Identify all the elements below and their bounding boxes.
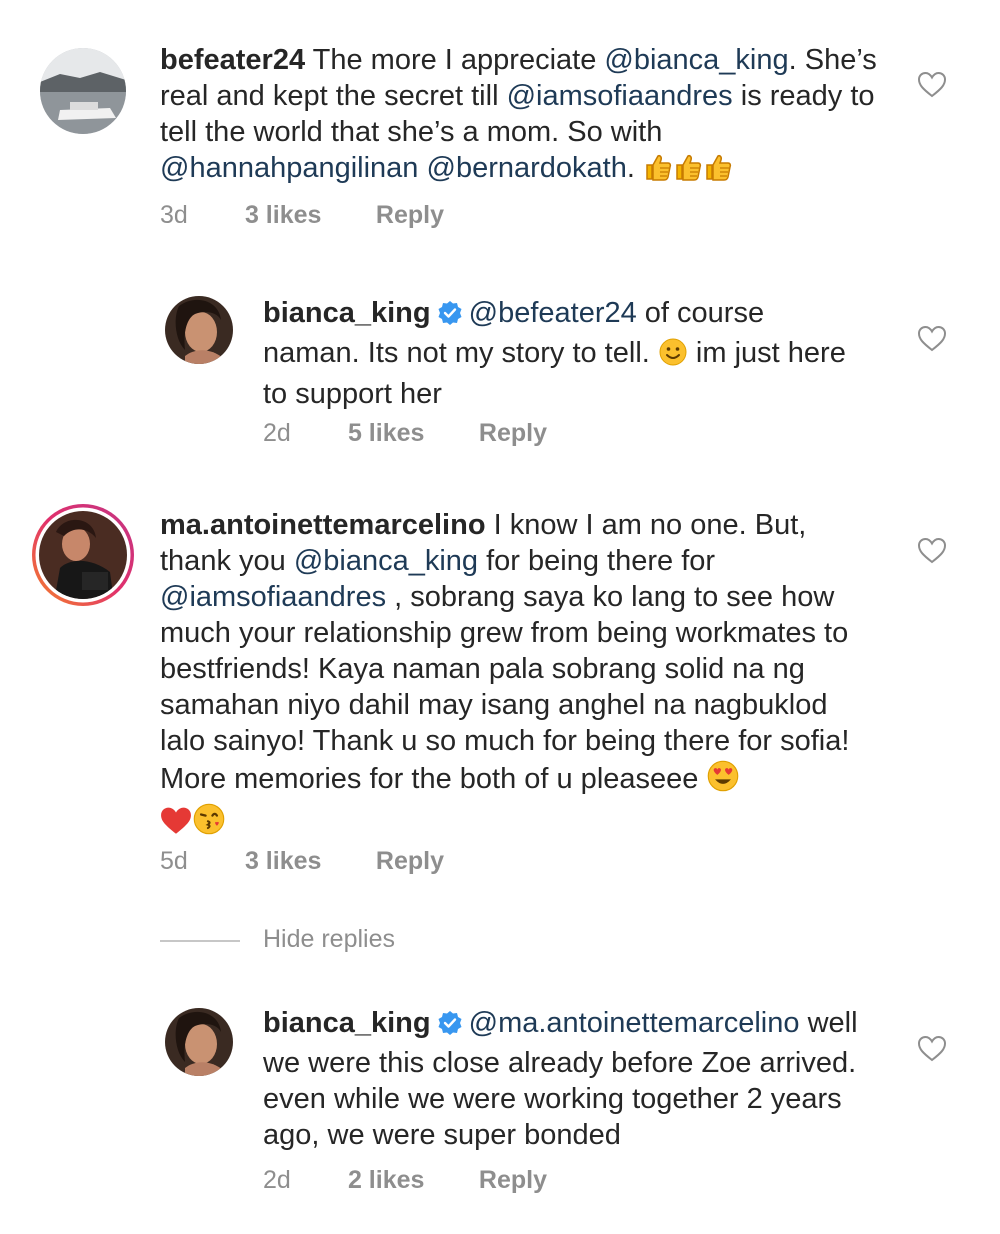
comment-time: 2d xyxy=(263,419,291,447)
reply-button[interactable]: Reply xyxy=(479,419,547,448)
heart-eyes-emoji-icon xyxy=(706,759,740,802)
thumbs-up-emoji-icon xyxy=(673,152,703,191)
heart-outline-icon[interactable] xyxy=(917,537,947,565)
reply-button[interactable]: Reply xyxy=(479,1166,547,1195)
comment-text: befeater24 The more I appreciate @bianca… xyxy=(160,42,880,191)
mention-link[interactable]: @hannahpangilinan xyxy=(160,152,418,184)
thumbs-up-emoji-icon xyxy=(643,152,673,191)
comment-time: 3d xyxy=(160,201,188,229)
avatar-bianca_king[interactable] xyxy=(165,1008,233,1076)
hide-replies-divider xyxy=(160,940,240,942)
thumbs-up-emoji-icon xyxy=(703,152,733,191)
comment-username[interactable]: befeater24 xyxy=(160,44,305,76)
mention-link[interactable]: @ma.antoinettemarcelino xyxy=(469,1007,800,1039)
comment-meta: 5d 3 likes Reply xyxy=(160,847,444,876)
comment-meta: 2d 5 likes Reply xyxy=(263,419,547,448)
comment-text: ma.antoinettemarcelino I know I am no on… xyxy=(160,507,880,845)
comment-body-text xyxy=(418,152,426,184)
comment-body-text: for being there for xyxy=(478,545,716,577)
comment-body-text: . xyxy=(626,152,643,184)
reply-button[interactable]: Reply xyxy=(376,201,444,230)
likes-count[interactable]: 3 likes xyxy=(245,201,369,230)
likes-count[interactable]: 2 likes xyxy=(348,1166,472,1195)
mention-link[interactable]: @bianca_king xyxy=(604,44,788,76)
comment-username[interactable]: ma.antoinettemarcelino xyxy=(160,509,486,541)
comment-meta: 3d 3 likes Reply xyxy=(160,201,444,230)
reply-text: bianca_king @befeater24 of course naman. … xyxy=(263,295,863,412)
avatar-ma-antoinettemarcelino[interactable] xyxy=(30,502,136,608)
heart-outline-icon[interactable] xyxy=(917,325,947,353)
comment-time: 5d xyxy=(160,847,188,875)
likes-count[interactable]: 5 likes xyxy=(348,419,472,448)
mention-link[interactable]: @iamsofiaandres xyxy=(507,80,733,112)
reply-text: bianca_king @ma.antoinettemarcelino well … xyxy=(263,1005,883,1153)
mention-link[interactable]: @bianca_king xyxy=(294,545,478,577)
mention-link[interactable]: @iamsofiaandres xyxy=(160,581,386,613)
avatar-bianca_king[interactable] xyxy=(165,296,233,364)
smiley-emoji-icon xyxy=(658,337,688,376)
hide-replies-button[interactable]: Hide replies xyxy=(263,925,395,954)
red-heart-emoji-icon xyxy=(160,806,192,845)
verified-badge-icon xyxy=(437,1009,463,1045)
likes-count[interactable]: 3 likes xyxy=(245,847,369,876)
heart-outline-icon[interactable] xyxy=(917,1035,947,1063)
mention-link[interactable]: @bernardokath xyxy=(427,152,627,184)
verified-badge-icon xyxy=(437,299,463,335)
comment-time: 2d xyxy=(263,1166,291,1194)
comment-username[interactable]: bianca_king xyxy=(263,297,431,329)
heart-outline-icon[interactable] xyxy=(917,71,947,99)
kissing-face-emoji-icon xyxy=(192,802,226,845)
comment-username[interactable]: bianca_king xyxy=(263,1007,431,1039)
reply-button[interactable]: Reply xyxy=(376,847,444,876)
comment-meta: 2d 2 likes Reply xyxy=(263,1166,547,1195)
comment-body-text: The more I appreciate xyxy=(305,44,605,76)
mention-link[interactable]: @befeater24 xyxy=(469,297,637,329)
comment-body-text: , sobrang saya ko lang to see how much y… xyxy=(160,581,850,795)
avatar-befeater24[interactable] xyxy=(40,48,126,134)
